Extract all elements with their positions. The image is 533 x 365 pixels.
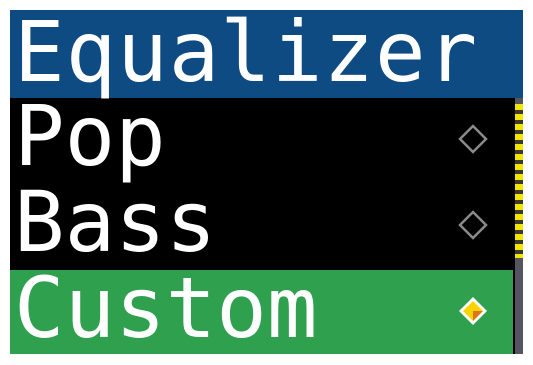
scrollbar[interactable] [515, 98, 523, 354]
menu-item-pop[interactable]: Pop [10, 87, 513, 185]
equalizer-screen: Equalizer Pop Bass Custom [10, 10, 523, 354]
scrollbar-thumb[interactable] [515, 104, 523, 258]
menu-item-custom[interactable]: Custom [10, 259, 513, 354]
radio-filled-diamond-icon [459, 297, 487, 325]
radio-empty-diamond-icon [458, 124, 488, 154]
header-bar: Equalizer [10, 10, 523, 101]
menu-item-bass[interactable]: Bass [10, 173, 513, 271]
menu-item-label: Pop [14, 87, 166, 185]
equalizer-preset-list: Pop Bass Custom [10, 87, 513, 354]
menu-item-label: Custom [14, 259, 318, 354]
radio-empty-diamond-icon [458, 210, 488, 240]
menu-item-label: Bass [14, 173, 217, 271]
